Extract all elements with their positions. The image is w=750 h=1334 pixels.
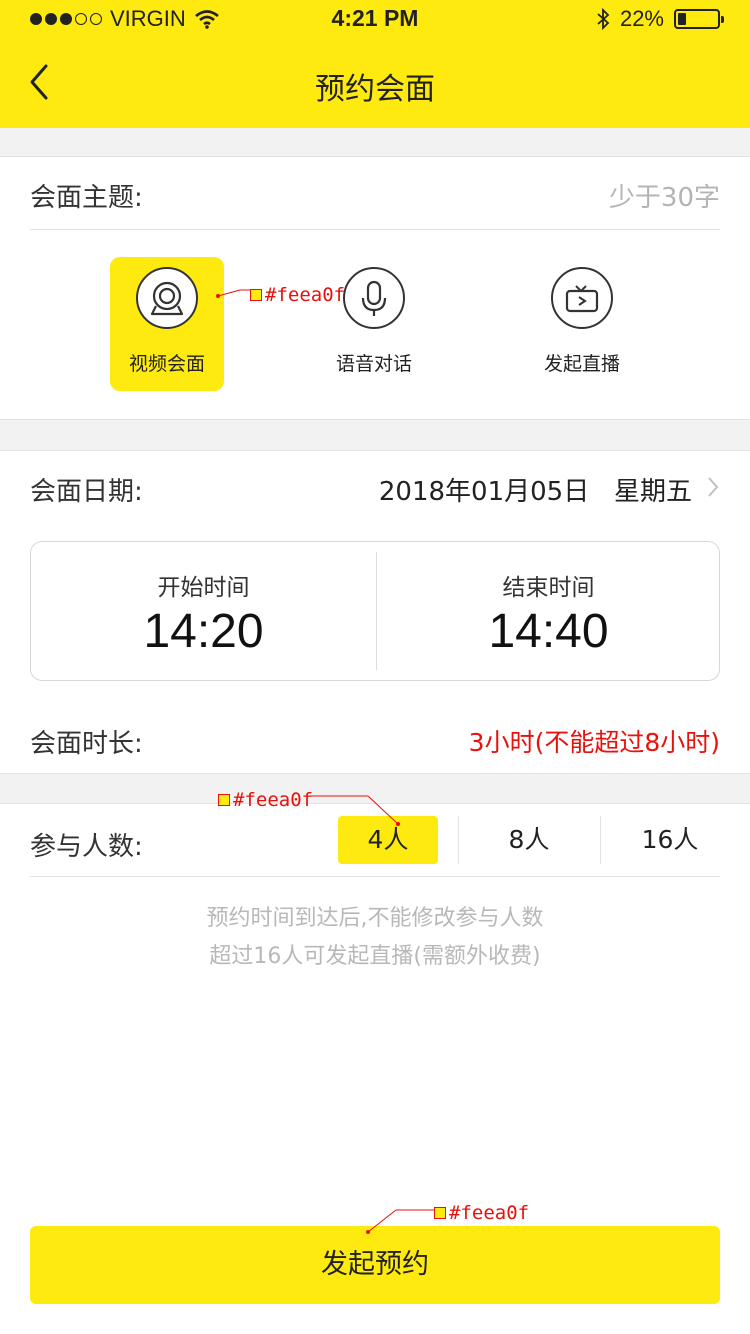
start-time-button[interactable]: 开始时间 14:20 xyxy=(31,542,376,682)
people-option-16[interactable]: 16人 xyxy=(620,816,720,864)
end-time-value: 14:40 xyxy=(488,605,609,658)
topic-label: 会面主题: xyxy=(30,183,143,213)
divider xyxy=(458,816,459,864)
chevron-right-icon[interactable] xyxy=(706,475,720,499)
app-header: VIRGIN 4:21 PM 22% 预约会面 xyxy=(0,0,750,128)
mode-voice-button[interactable]: 语音对话 xyxy=(317,257,431,391)
annotation-line xyxy=(310,795,400,826)
tv-play-icon xyxy=(551,267,613,329)
webcam-icon xyxy=(136,267,198,329)
annotation-text: #feea0f xyxy=(265,284,346,306)
bluetooth-icon xyxy=(597,7,610,31)
participants-label: 参与人数: xyxy=(30,832,143,862)
start-time-value: 14:20 xyxy=(143,605,264,658)
color-annotation: #feea0f xyxy=(218,789,313,811)
duration-label: 会面时长: xyxy=(30,729,143,759)
mode-video-label: 视频会面 xyxy=(128,353,205,375)
battery-icon xyxy=(674,9,724,29)
time-picker: 开始时间 14:20 结束时间 14:40 xyxy=(30,541,720,681)
divider xyxy=(600,816,601,864)
page-title: 预约会面 xyxy=(315,72,435,107)
color-annotation: #feea0f xyxy=(434,1202,529,1224)
divider xyxy=(30,876,720,877)
battery-percent: 22% xyxy=(619,6,664,31)
topic-section: 会面主题: 少于30字 视频会面 语音对话 发起直播 xyxy=(0,156,750,420)
status-bar: VIRGIN 4:21 PM 22% xyxy=(0,0,750,40)
color-swatch xyxy=(218,794,230,806)
hint-line: 超过16人可发起直播(需额外收费) xyxy=(209,944,541,969)
mode-live-button[interactable]: 发起直播 xyxy=(525,257,639,391)
people-option-8[interactable]: 8人 xyxy=(479,816,579,864)
annotation-line xyxy=(366,1209,434,1234)
schedule-section: 会面日期: 2018年01月05日 星期五 开始时间 14:20 结束时间 14… xyxy=(0,450,750,774)
annotation-text: #feea0f xyxy=(449,1202,530,1224)
microphone-icon xyxy=(343,267,405,329)
duration-value: 3小时(不能超过8小时) xyxy=(468,728,720,757)
color-annotation: #feea0f xyxy=(250,284,345,306)
divider xyxy=(30,229,720,230)
start-time-label: 开始时间 xyxy=(157,575,250,601)
date-label: 会面日期: xyxy=(30,477,143,507)
hint-line: 预约时间到达后,不能修改参与人数 xyxy=(206,906,544,931)
date-value[interactable]: 2018年01月05日 星期五 xyxy=(379,471,692,508)
topic-input[interactable]: 少于30字 xyxy=(609,177,720,214)
color-swatch xyxy=(434,1207,446,1219)
mode-live-label: 发起直播 xyxy=(543,353,620,375)
mode-voice-label: 语音对话 xyxy=(335,353,412,375)
color-swatch xyxy=(250,289,262,301)
end-time-label: 结束时间 xyxy=(502,575,595,601)
annotation-text: #feea0f xyxy=(233,789,314,811)
hint-text: 预约时间到达后,不能修改参与人数 超过16人可发起直播(需额外收费) xyxy=(0,900,750,976)
mode-video-button[interactable]: 视频会面 xyxy=(110,257,224,391)
end-time-button[interactable]: 结束时间 14:40 xyxy=(376,542,721,682)
